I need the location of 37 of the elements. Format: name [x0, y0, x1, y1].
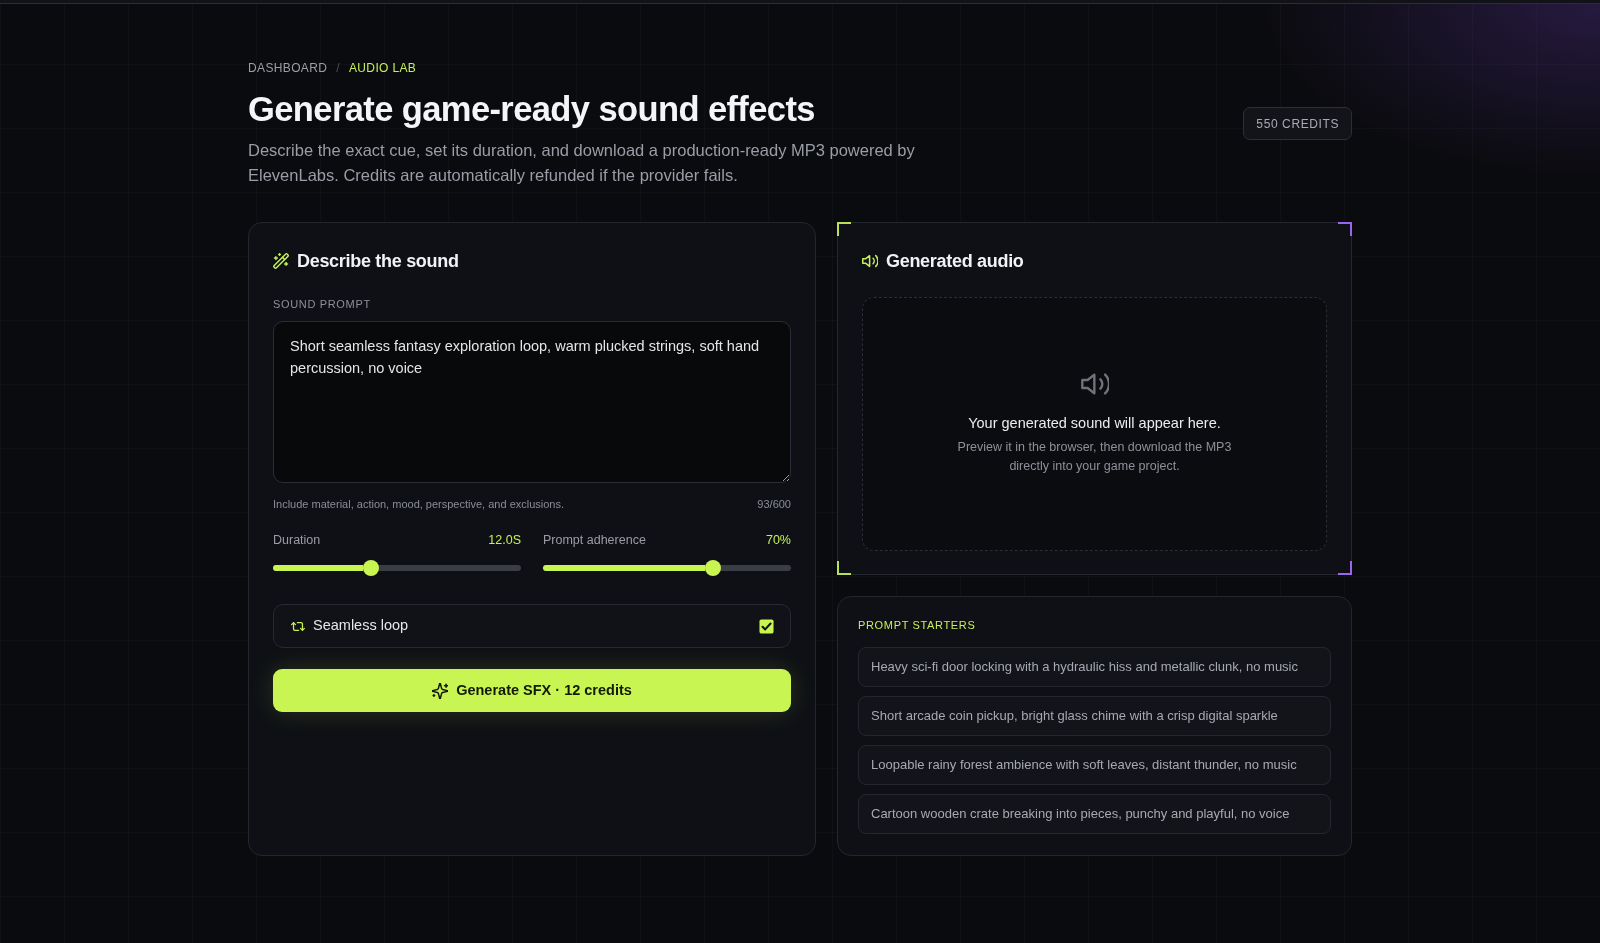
- credits-badge: 550 CREDITS: [1243, 107, 1352, 140]
- breadcrumb-current: AUDIO LAB: [348, 60, 417, 77]
- prompt-starter[interactable]: Loopable rainy forest ambience with soft leaves, distant thunder, no music: [858, 745, 1331, 785]
- section-label: PROMPT STARTERS: [858, 618, 977, 632]
- page-title: Generate game-ready sound effects: [248, 89, 816, 129]
- empty-state-title: Your generated sound will appear here.: [968, 413, 1221, 433]
- prompt-starter[interactable]: Short arcade coin pickup, bright glass chime with a crisp digital sparkle: [858, 696, 1331, 736]
- slider-thumb[interactable]: [705, 560, 722, 576]
- generate-button[interactable]: Generate SFX · 12 credits: [273, 669, 791, 712]
- field-label: SOUND PROMPT: [273, 297, 372, 311]
- speaker-icon: [862, 254, 878, 268]
- prompt-starter[interactable]: Heavy sci-fi door locking with a hydraulic hiss and metallic clunk, no music: [858, 647, 1331, 687]
- corner-bracket-icon: [1338, 561, 1352, 575]
- speaker-icon: [1080, 372, 1109, 395]
- slider-label: Duration: [273, 532, 321, 549]
- character-count: 93/600: [757, 497, 791, 511]
- page-description: Describe the exact cue, set its duration, and download a production-ready MP3 powered by ElevenLabs. Credits are automatically refunded if the provider fails.: [248, 140, 916, 186]
- slider-label: Prompt adherence: [543, 532, 646, 549]
- slider-thumb[interactable]: [363, 560, 380, 576]
- panel-title: Generated audio: [886, 250, 1024, 272]
- hint-text: Include material, action, mood, perspective, and exclusions.: [273, 497, 565, 511]
- option-label: Seamless loop: [313, 616, 409, 636]
- corner-bracket-icon: [837, 561, 851, 575]
- breadcrumb-separator: /: [336, 60, 340, 77]
- prompt-textarea[interactable]: Short seamless fantasy exploration loop, warm plucked strings, soft hand percussion, no voice: [273, 321, 791, 483]
- repeat-icon: [291, 619, 305, 633]
- checkbox[interactable]: [759, 618, 774, 634]
- corner-bracket-icon: [1338, 222, 1352, 236]
- prompt-starter[interactable]: Cartoon wooden crate breaking into pieces, punchy and playful, no voice: [858, 794, 1331, 834]
- corner-bracket-icon: [837, 222, 851, 236]
- magic-wand-icon: [273, 253, 289, 269]
- breadcrumb-link[interactable]: DASHBOARD: [248, 59, 328, 77]
- panel-title: Describe the sound: [297, 250, 459, 272]
- sparkles-icon: [432, 682, 449, 699]
- slider-value: 12.0S: [488, 532, 521, 549]
- slider-value: 70%: [765, 532, 791, 549]
- empty-state-text: Preview it in the browser, then download the MP3 directly into your game project.: [956, 438, 1233, 475]
